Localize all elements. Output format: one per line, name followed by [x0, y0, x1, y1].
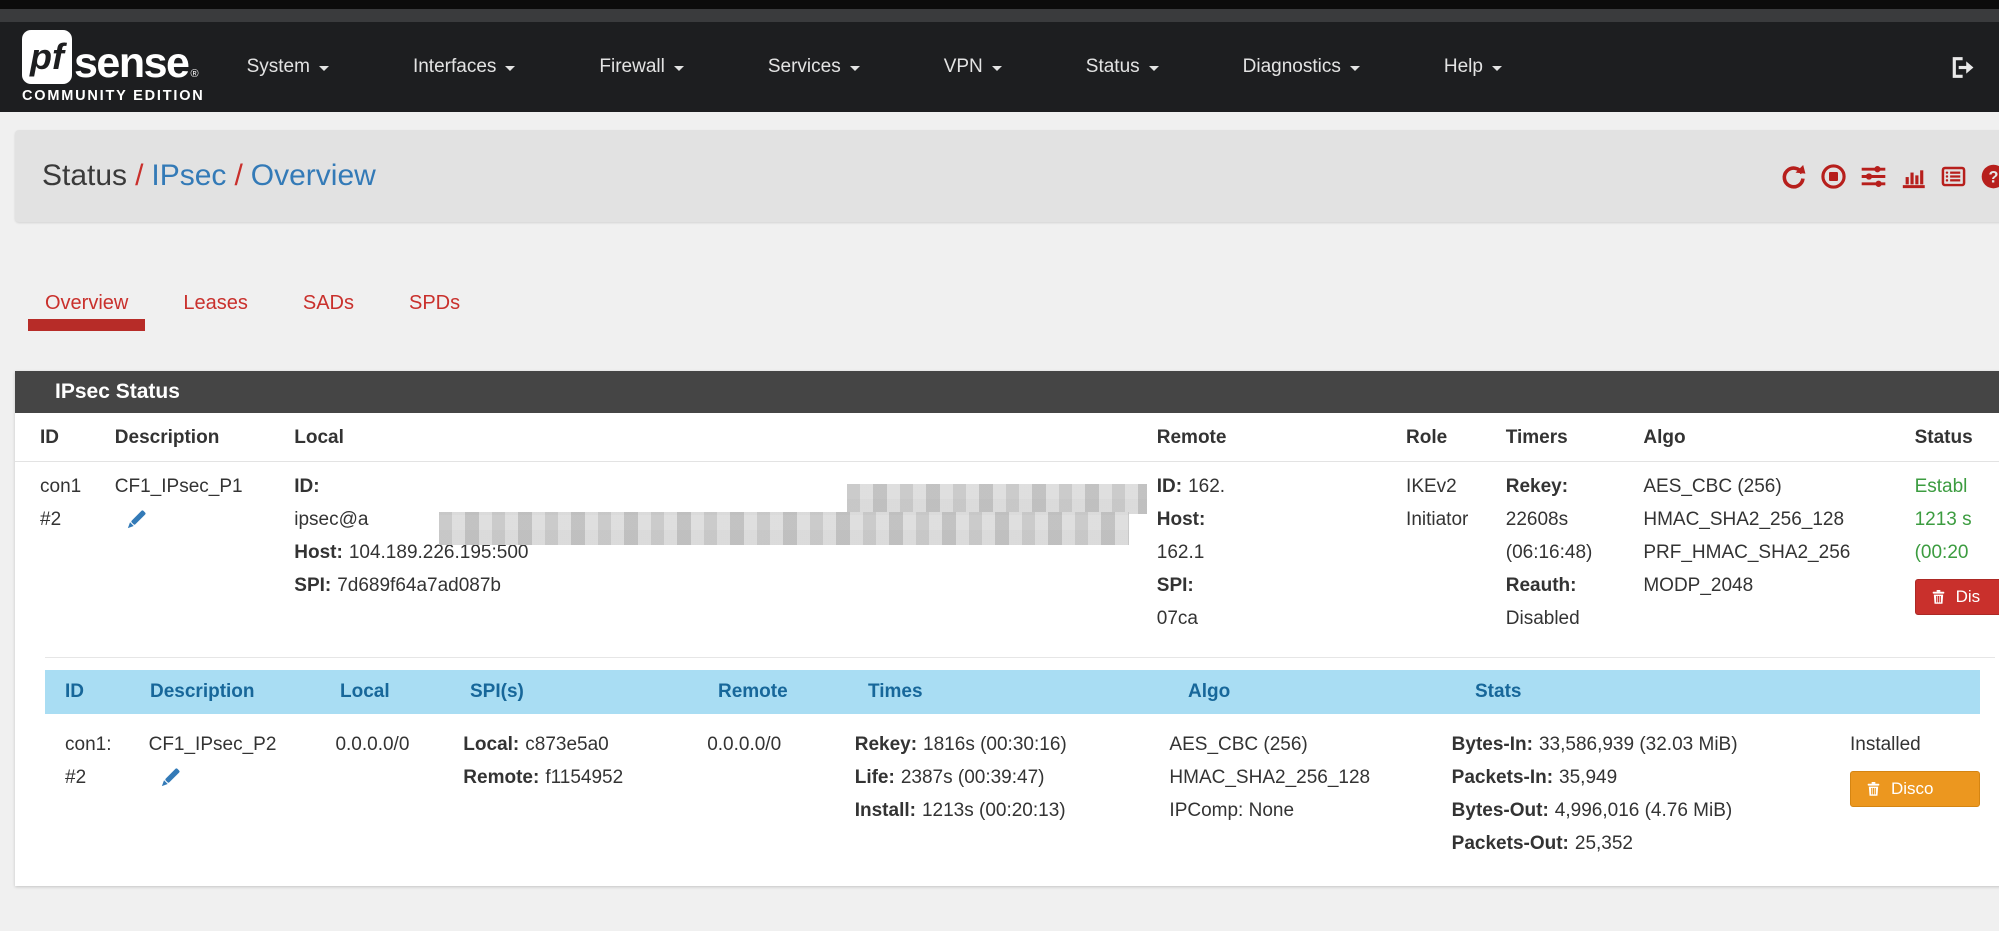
- col-header-status: Status: [1901, 427, 1999, 449]
- tab-sads[interactable]: SADs: [303, 292, 354, 331]
- phase2-header-row: ID Description Local SPI(s) Remote Times…: [45, 670, 1980, 714]
- registered-mark: ®: [190, 68, 198, 80]
- redaction-mosaic: [847, 484, 1147, 514]
- chevron-down-icon: [1350, 66, 1360, 71]
- nav-item-status[interactable]: Status: [1044, 22, 1201, 112]
- breadcrumb-separator: /: [135, 159, 143, 192]
- col-header-remote: Remote: [1157, 427, 1406, 449]
- cell-algo: AES_CBC (256) HMAC_SHA2_256_128 PRF_HMAC…: [1643, 470, 1900, 635]
- breadcrumb: Status/IPsec/Overview ?: [15, 130, 1999, 222]
- col-header-timers: Timers: [1506, 427, 1644, 449]
- edit-pencil-icon[interactable]: [123, 507, 149, 533]
- trash-icon: [1865, 780, 1882, 798]
- col-header-description: Description: [150, 681, 340, 703]
- cell-id: con1 #2: [40, 470, 115, 635]
- chevron-down-icon: [674, 66, 684, 71]
- col-header-id: ID: [65, 681, 150, 703]
- panel-title: IPsec Status: [15, 371, 1999, 413]
- phase2-table-row: con1: #2 CF1_IPsec_P2 0.0.0.0/0 Local:c8…: [45, 714, 1980, 860]
- chevron-down-icon: [505, 66, 515, 71]
- col-header-stats: Stats: [1475, 681, 1880, 703]
- cell-remote: 0.0.0.0/0: [707, 728, 855, 860]
- stop-circle-icon[interactable]: [1820, 163, 1847, 190]
- pf-logo-mark: pf: [22, 30, 72, 84]
- page-title: Status/IPsec/Overview: [42, 159, 376, 193]
- nav-menu: System Interfaces Firewall Services VPN …: [205, 22, 1544, 112]
- chevron-down-icon: [1492, 66, 1502, 71]
- sliders-icon[interactable]: [1860, 163, 1887, 190]
- edit-pencil-icon[interactable]: [157, 765, 183, 791]
- col-header-remote: Remote: [718, 681, 868, 703]
- window-top-strip: [0, 0, 1999, 9]
- cell-id: con1: #2: [65, 728, 149, 860]
- nav-item-diagnostics[interactable]: Diagnostics: [1201, 22, 1402, 112]
- nav-item-interfaces[interactable]: Interfaces: [371, 22, 557, 112]
- col-header-algo: Algo: [1643, 427, 1900, 449]
- breadcrumb-separator: /: [234, 159, 242, 192]
- nav-item-system[interactable]: System: [205, 22, 371, 112]
- breadcrumb-link-ipsec[interactable]: IPsec: [151, 159, 226, 192]
- cell-local: 0.0.0.0/0: [335, 728, 463, 860]
- cell-algo: AES_CBC (256) HMAC_SHA2_256_128 IPComp: …: [1169, 728, 1451, 860]
- nav-item-help[interactable]: Help: [1402, 22, 1544, 112]
- cell-role: IKEv2 Initiator: [1406, 470, 1506, 635]
- cell-stats: Bytes-In:33,586,939 (32.03 MiB) Packets-…: [1452, 728, 1850, 860]
- cell-remote: ID:162. Host: 162.1 SPI: 07ca: [1157, 470, 1406, 635]
- col-header-role: Role: [1406, 427, 1506, 449]
- sign-out-icon[interactable]: [1948, 54, 1975, 81]
- pfsense-logo[interactable]: pf sense ® COMMUNITY EDITION: [22, 30, 205, 104]
- ipsec-status-panel: IPsec Status ID Description Local Remote…: [15, 371, 1999, 886]
- logo-subtitle: COMMUNITY EDITION: [22, 88, 205, 104]
- status-established: Establ: [1915, 470, 1999, 503]
- ipsec-tabs: Overview Leases SADs SPDs: [0, 292, 1999, 331]
- logo-wordmark: sense: [74, 43, 188, 84]
- chevron-down-icon: [319, 66, 329, 71]
- help-icon[interactable]: ?: [1980, 163, 1999, 190]
- phase1-table-row: con1 #2 CF1_IPsec_P1 ID: ipsec@a Host:10…: [15, 462, 1999, 657]
- main-navbar: pf sense ® COMMUNITY EDITION System Inte…: [0, 22, 1999, 112]
- breadcrumb-section: Status: [42, 159, 127, 192]
- disconnect-button[interactable]: Disco: [1850, 771, 1980, 807]
- cell-timers: Rekey: 22608s (06:16:48) Reauth: Disable…: [1506, 470, 1644, 635]
- tab-spds[interactable]: SPDs: [409, 292, 460, 331]
- trash-icon: [1930, 588, 1947, 606]
- nav-item-vpn[interactable]: VPN: [902, 22, 1044, 112]
- col-header-local: Local: [294, 427, 1157, 449]
- col-header-id: ID: [40, 427, 115, 449]
- chevron-down-icon: [992, 66, 1002, 71]
- cell-status: Establ 1213 s (00:20 Dis: [1901, 470, 1999, 635]
- tab-overview[interactable]: Overview: [45, 292, 128, 331]
- cell-times: Rekey:1816s (00:30:16) Life:2387s (00:39…: [855, 728, 1170, 860]
- col-header-description: Description: [115, 427, 294, 449]
- cell-status: Installed Disco: [1850, 728, 1980, 860]
- cell-description: CF1_IPsec_P1: [115, 470, 294, 635]
- cell-spis: Local:c873e5a0 Remote:f1154952: [463, 728, 707, 860]
- col-header-spis: SPI(s): [470, 681, 718, 703]
- chevron-down-icon: [1149, 66, 1159, 71]
- redaction-mosaic: [439, 512, 1129, 545]
- col-header-local: Local: [340, 681, 470, 703]
- breadcrumb-link-overview[interactable]: Overview: [251, 159, 376, 192]
- col-header-times: Times: [868, 681, 1188, 703]
- status-installed: Installed: [1850, 728, 1980, 761]
- svg-text:?: ?: [1989, 168, 1999, 186]
- tab-leases[interactable]: Leases: [183, 292, 248, 331]
- nav-item-firewall[interactable]: Firewall: [557, 22, 725, 112]
- chevron-down-icon: [850, 66, 860, 71]
- bar-chart-icon[interactable]: [1900, 163, 1927, 190]
- log-list-icon[interactable]: [1940, 163, 1967, 190]
- window-sub-strip: [0, 9, 1999, 22]
- disconnect-button[interactable]: Dis: [1915, 579, 1999, 615]
- header-action-icons: ?: [1780, 163, 1999, 190]
- cell-local: ID: ipsec@a Host:104.189.226.195:500 SPI…: [294, 470, 1157, 635]
- refresh-icon[interactable]: [1780, 163, 1807, 190]
- phase1-header-row: ID Description Local Remote Role Timers …: [15, 413, 1999, 462]
- phase2-section: ID Description Local SPI(s) Remote Times…: [45, 657, 1995, 886]
- nav-item-services[interactable]: Services: [726, 22, 902, 112]
- col-header-algo: Algo: [1188, 681, 1475, 703]
- cell-description: CF1_IPsec_P2: [149, 728, 336, 860]
